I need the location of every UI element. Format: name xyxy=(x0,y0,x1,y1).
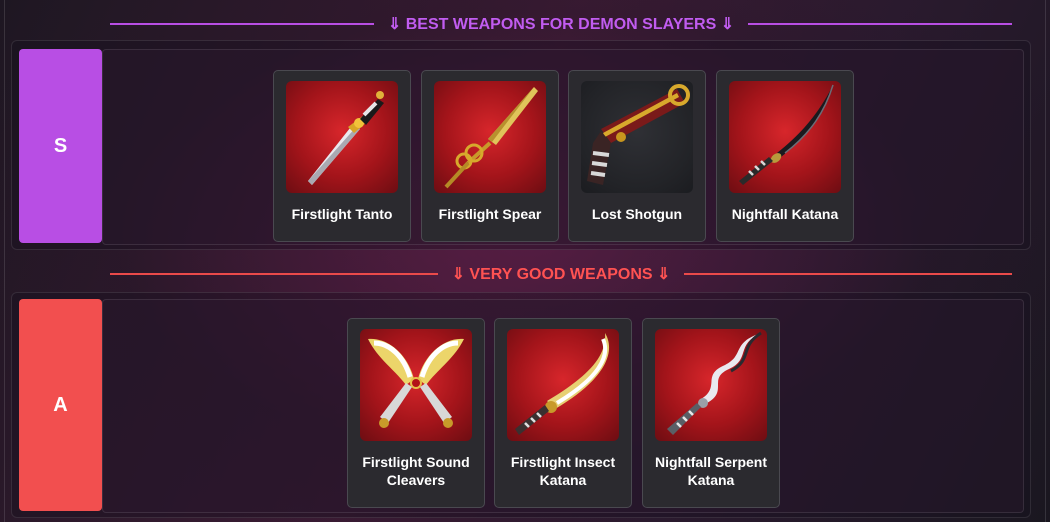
weapon-card-firstlight-spear[interactable]: Firstlight Spear xyxy=(421,70,559,242)
tier-row-a: A Firstlight Sound Cleavers Firstlight I… xyxy=(11,292,1031,518)
header-divider-right xyxy=(684,273,1012,275)
spear-icon xyxy=(434,81,546,193)
weapon-card-lost-shotgun[interactable]: Lost Shotgun xyxy=(568,70,706,242)
weapon-card-nightfall-serpent-katana[interactable]: Nightfall Serpent Katana xyxy=(642,318,780,508)
header-divider-left xyxy=(110,273,438,275)
weapon-name: Nightfall Katana xyxy=(731,206,839,222)
shotgun-icon xyxy=(581,81,693,193)
weapon-name: Firstlight Tanto xyxy=(291,206,393,222)
tier-s-header: ⇓ BEST WEAPONS FOR DEMON SLAYERS ⇓ xyxy=(110,12,1013,36)
cleavers-icon xyxy=(360,329,472,441)
insect-katana-icon xyxy=(507,329,619,441)
weapon-card-firstlight-tanto[interactable]: Firstlight Tanto xyxy=(273,70,411,242)
tanto-icon xyxy=(286,81,398,193)
tier-a-header-title: ⇓ VERY GOOD WEAPONS ⇓ xyxy=(451,266,671,283)
header-divider-right xyxy=(748,23,1013,25)
tier-label-s: S xyxy=(19,49,102,243)
tier-row-s: S Firstlight Tanto Firstlight Spear Lost… xyxy=(11,40,1031,250)
tier-a-header: ⇓ VERY GOOD WEAPONS ⇓ xyxy=(110,262,1012,286)
tier-s-items: Firstlight Tanto Firstlight Spear Lost S… xyxy=(102,49,1024,245)
tier-s-header-title: ⇓ BEST WEAPONS FOR DEMON SLAYERS ⇓ xyxy=(387,16,735,33)
header-divider-left xyxy=(110,23,374,25)
weapon-name: Nightfall Serpent Katana xyxy=(654,454,767,488)
weapon-card-firstlight-insect-katana[interactable]: Firstlight Insect Katana xyxy=(494,318,632,508)
weapon-name: Firstlight Spear xyxy=(438,206,542,222)
serpent-katana-icon xyxy=(655,329,767,441)
katana-icon xyxy=(729,81,841,193)
weapon-name: Firstlight Insect Katana xyxy=(510,454,616,488)
tier-label-a: A xyxy=(19,299,102,511)
weapon-name: Firstlight Sound Cleavers xyxy=(362,454,470,488)
weapon-name: Lost Shotgun xyxy=(591,206,683,222)
weapon-card-firstlight-sound-cleavers[interactable]: Firstlight Sound Cleavers xyxy=(347,318,485,508)
tier-a-items: Firstlight Sound Cleavers Firstlight Ins… xyxy=(102,299,1024,513)
tier-list-page: ⇓ BEST WEAPONS FOR DEMON SLAYERS ⇓ S Fir… xyxy=(0,0,1050,522)
weapon-card-nightfall-katana[interactable]: Nightfall Katana xyxy=(716,70,854,242)
